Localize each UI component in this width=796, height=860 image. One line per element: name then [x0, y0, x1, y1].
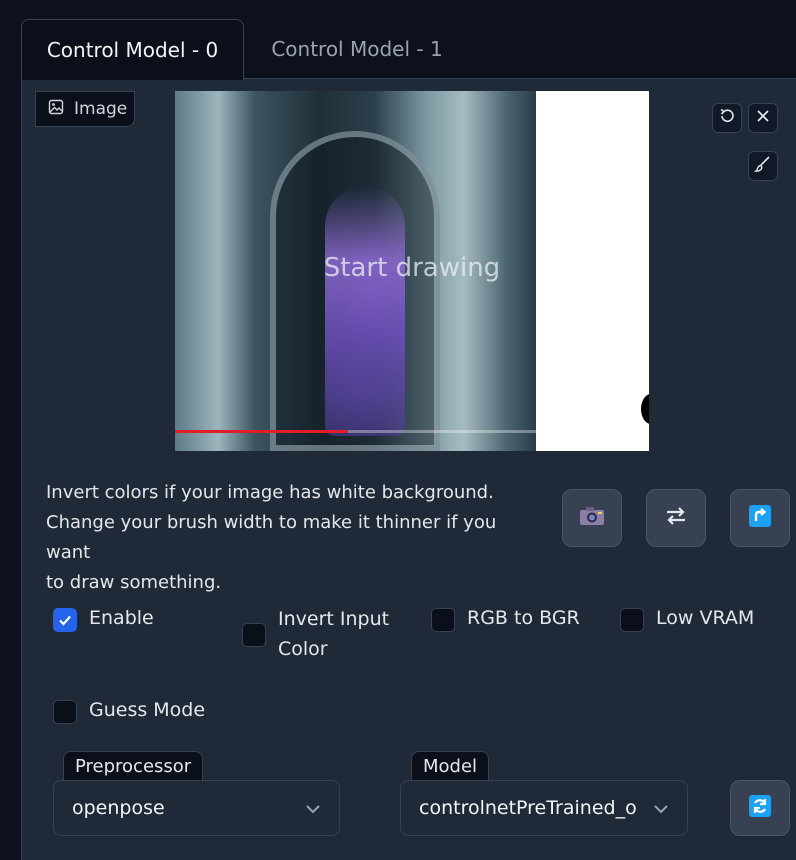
- undo-icon: [718, 107, 736, 129]
- undo-button[interactable]: [712, 103, 742, 133]
- guess-mode-checkbox[interactable]: [53, 700, 77, 724]
- hint-line-1: Invert colors if your image has white ba…: [46, 482, 494, 503]
- send-icon: [748, 504, 772, 532]
- tab-control-model-0[interactable]: Control Model - 0: [21, 19, 244, 80]
- start-drawing-overlay: Start drawing: [323, 253, 501, 283]
- tab-control-model-1[interactable]: Control Model - 1: [252, 19, 462, 79]
- close-icon: [755, 108, 771, 128]
- refresh-models-button[interactable]: [730, 780, 790, 836]
- preprocessor-value: openpose: [72, 797, 165, 819]
- close-button[interactable]: [748, 103, 778, 133]
- model-label: Model: [411, 751, 490, 781]
- guess-mode-label: Guess Mode: [89, 699, 206, 721]
- swap-button[interactable]: [646, 489, 706, 547]
- low-vram-row[interactable]: Low VRAM: [620, 607, 754, 632]
- image-label-text: Image: [74, 99, 128, 119]
- refresh-icon: [748, 794, 772, 822]
- hint-line-3: to draw something.: [46, 572, 222, 593]
- brush-icon: [753, 155, 772, 177]
- brush-cursor: [641, 394, 649, 424]
- webcam-button[interactable]: [562, 489, 622, 547]
- preprocessor-label: Preprocessor: [63, 751, 204, 781]
- brush-button[interactable]: [748, 151, 778, 181]
- low-vram-label: Low VRAM: [656, 607, 755, 629]
- video-progress-fill: [175, 430, 349, 433]
- low-vram-checkbox[interactable]: [620, 608, 644, 632]
- enable-checkbox-row[interactable]: Enable: [53, 607, 154, 632]
- invert-input-color-checkbox[interactable]: [242, 623, 266, 647]
- rgb-to-bgr-label: RGB to BGR: [467, 607, 580, 629]
- invert-input-color-label: Invert Input Color: [278, 608, 390, 660]
- send-dimensions-button[interactable]: [730, 489, 790, 547]
- camera-icon: [579, 506, 605, 530]
- model-dropdown[interactable]: controlnetPreTrained_o: [400, 780, 688, 836]
- image-icon: [48, 99, 64, 120]
- rgb-to-bgr-checkbox[interactable]: [431, 608, 455, 632]
- rgb-to-bgr-row[interactable]: RGB to BGR: [431, 607, 580, 632]
- hint-text: Invert colors if your image has white ba…: [46, 478, 546, 598]
- preprocessor-dropdown[interactable]: openpose: [53, 780, 340, 836]
- model-value: controlnetPreTrained_o: [419, 797, 637, 819]
- hint-line-2: Change your brush width to make it thinn…: [46, 512, 497, 563]
- sketch-canvas[interactable]: Start drawing: [175, 91, 649, 451]
- chevron-down-icon: [305, 797, 321, 819]
- guess-mode-row[interactable]: Guess Mode: [53, 699, 205, 724]
- invert-input-color-row[interactable]: Invert Input Color: [242, 607, 402, 664]
- chevron-down-icon: [653, 797, 669, 819]
- enable-label: Enable: [89, 607, 154, 629]
- photo-figure: [325, 186, 405, 436]
- image-label: Image: [35, 91, 135, 127]
- swap-icon: [665, 506, 687, 530]
- enable-checkbox[interactable]: [53, 608, 77, 632]
